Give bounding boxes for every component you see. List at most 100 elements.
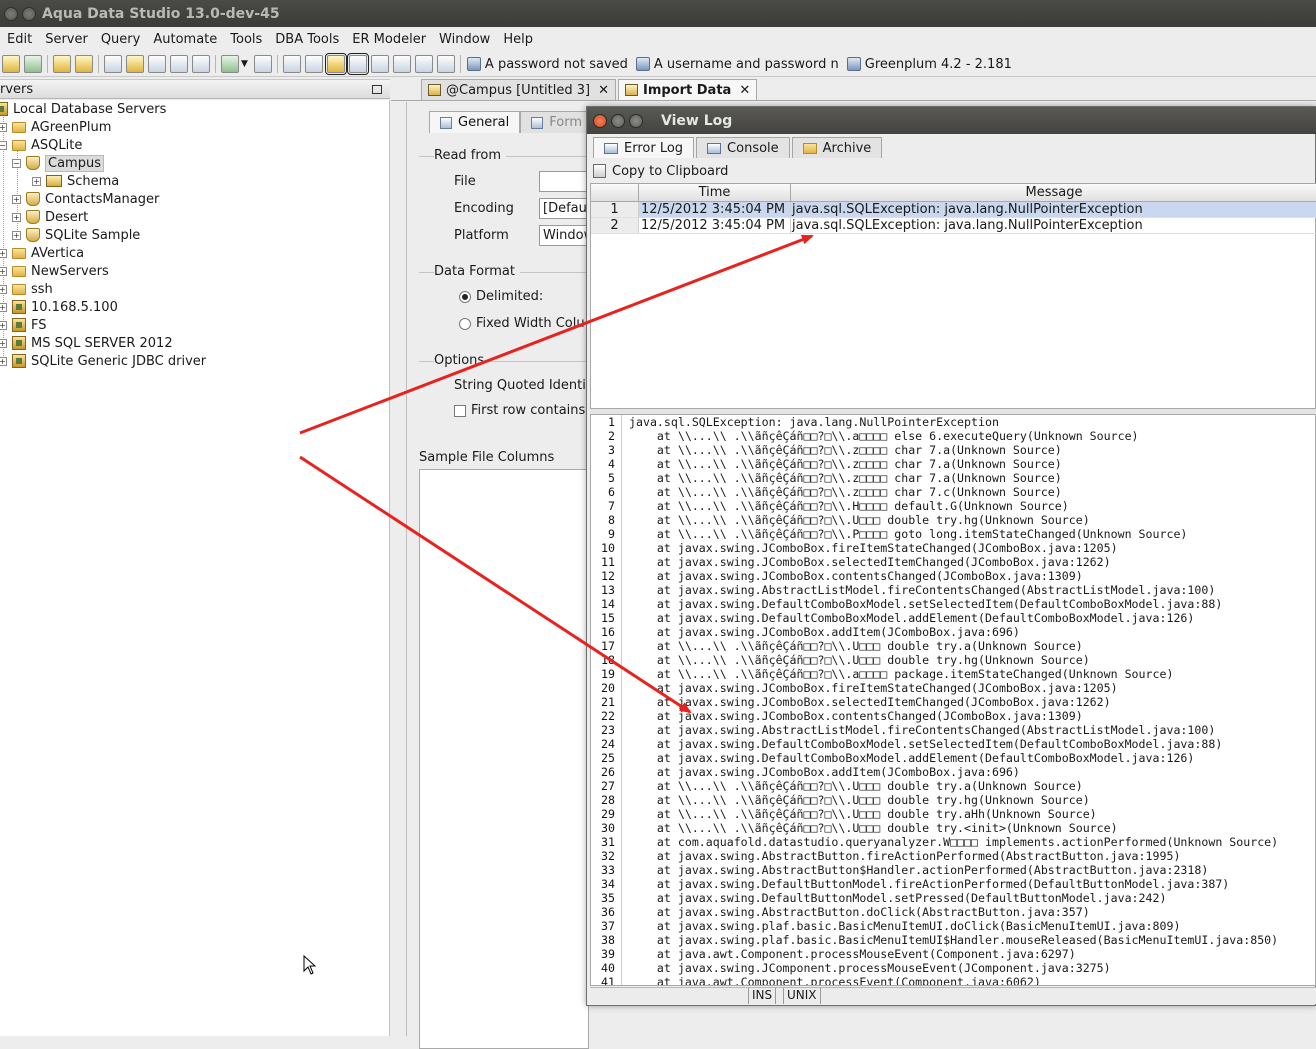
delimited-radio[interactable] xyxy=(459,291,471,303)
menu-dba-tools[interactable]: DBA Tools xyxy=(268,32,345,47)
expand-icon[interactable]: + xyxy=(0,122,7,132)
line-number: 7 xyxy=(608,499,615,513)
expand-icon[interactable]: + xyxy=(0,266,7,276)
expand-icon[interactable]: + xyxy=(0,302,7,312)
menu-query[interactable]: Query xyxy=(94,32,147,47)
server-tree: Local Database Servers + AGreenPlum − ASQL… xyxy=(0,100,390,1036)
expand-icon[interactable]: + xyxy=(32,176,41,186)
details-icon[interactable] xyxy=(414,55,433,73)
menu-window[interactable]: Window xyxy=(432,32,496,47)
connection-a-username[interactable]: A username and password n xyxy=(635,57,839,72)
stack-trace-text: at javax.swing.AbstractButton.fireAction… xyxy=(629,849,1181,863)
dropdown-arrow-icon[interactable]: ▼ xyxy=(241,59,248,69)
line-number: 13 xyxy=(601,583,615,597)
fixed-width-radio[interactable] xyxy=(459,318,471,330)
schema-browse-icon[interactable] xyxy=(53,55,71,73)
expand-icon[interactable]: + xyxy=(0,248,7,258)
tree-node-campus[interactable]: − Campus xyxy=(12,154,104,172)
save-icon[interactable] xyxy=(192,55,210,73)
window-minimize-icon[interactable] xyxy=(22,6,36,21)
tab-format[interactable]: Form xyxy=(520,111,593,133)
first-row-checkbox[interactable] xyxy=(454,405,466,417)
tab-general[interactable]: General xyxy=(429,111,521,133)
sample-file-columns-area[interactable] xyxy=(419,469,589,1049)
menu-er-modeler[interactable]: ER Modeler xyxy=(345,32,432,47)
copy-to-clipboard-button[interactable]: Copy to Clipboard xyxy=(593,160,728,182)
dialog-maximize-icon[interactable] xyxy=(629,113,643,128)
menu-server[interactable]: Server xyxy=(38,32,94,47)
list-icon[interactable] xyxy=(392,55,411,73)
stack-trace-line: 17 at \\...\\ .\\ãñçêÇáñ□□?□\\.U□□□ doub… xyxy=(591,639,1315,653)
tab-import-data[interactable]: Import Data ✕ xyxy=(617,79,758,100)
tab-archive[interactable]: Archive xyxy=(791,137,883,158)
tree-node-local-database-servers[interactable]: Local Database Servers xyxy=(0,100,166,118)
tab-error-log[interactable]: Error Log xyxy=(593,137,695,158)
file-input[interactable] xyxy=(539,171,589,192)
open-icon[interactable] xyxy=(104,55,122,73)
close-icon[interactable]: ✕ xyxy=(739,83,750,98)
tree-node-avertica[interactable]: + AVertica xyxy=(0,244,84,262)
expand-icon[interactable]: + xyxy=(0,356,7,366)
tree-node-ms-sql-server-2012[interactable]: + MS SQL SERVER 2012 xyxy=(0,334,173,352)
expand-icon[interactable]: + xyxy=(12,230,21,240)
menu-tools[interactable]: Tools xyxy=(223,32,268,47)
menu-automate[interactable]: Automate xyxy=(146,32,223,47)
view-icon[interactable] xyxy=(170,55,188,73)
expand-icon[interactable]: + xyxy=(0,284,7,294)
expand-icon[interactable]: + xyxy=(0,338,7,348)
close-icon[interactable]: ✕ xyxy=(598,83,609,98)
compare-icon[interactable] xyxy=(75,55,93,73)
table-icon[interactable] xyxy=(148,55,166,73)
line-number: 38 xyxy=(601,933,615,947)
grid-icon[interactable] xyxy=(282,55,301,73)
collapse-icon[interactable]: − xyxy=(12,158,21,168)
connection-label: A password not saved xyxy=(484,56,628,72)
tree-node-agreenplum[interactable]: + AGreenPlum xyxy=(0,118,111,136)
tree-node-schema[interactable]: + Schema xyxy=(32,172,119,190)
refresh-icon[interactable] xyxy=(24,55,42,73)
stack-trace-text: at javax.swing.JComboBox.selectedItemCha… xyxy=(629,555,1111,569)
window-close-icon[interactable] xyxy=(4,6,18,21)
grid-view-icon[interactable] xyxy=(346,53,369,75)
menu-edit[interactable]: Edit xyxy=(0,32,38,47)
history-icon[interactable] xyxy=(221,55,239,73)
query-icon[interactable] xyxy=(2,55,20,73)
table-row[interactable]: 2 12/5/2012 3:45:04 PM java.sql.SQLExcep… xyxy=(591,218,1316,234)
database-icon xyxy=(26,156,40,170)
stack-trace-line: 41 at java.awt.Component.processEvent(Co… xyxy=(591,975,1315,985)
dialog-close-icon[interactable] xyxy=(593,113,607,128)
tree-node-ssh[interactable]: + ssh xyxy=(0,280,53,298)
tree-node-desert[interactable]: + Desert xyxy=(12,208,88,226)
import-icon[interactable] xyxy=(324,53,347,75)
export-icon[interactable] xyxy=(436,55,455,73)
connection-greenplum[interactable]: Greenplum 4.2 - 2.181 xyxy=(846,57,1012,72)
print-icon[interactable] xyxy=(253,55,272,73)
message-column-header[interactable]: Message xyxy=(791,184,1316,202)
tree-node-sqlite-generic-jdbc[interactable]: + SQLite Generic JDBC driver xyxy=(0,352,206,370)
connection-a-password[interactable]: A password not saved xyxy=(466,56,628,72)
expand-icon[interactable]: + xyxy=(12,212,21,222)
expand-icon[interactable]: + xyxy=(12,194,21,204)
tree-node-contactsmanager[interactable]: + ContactsManager xyxy=(12,190,159,208)
folder-icon xyxy=(12,265,26,277)
dialog-minimize-icon[interactable] xyxy=(611,113,625,128)
expand-icon[interactable]: + xyxy=(0,320,7,330)
restore-icon[interactable] xyxy=(372,84,382,94)
encoding-select[interactable]: [Defaul xyxy=(539,198,589,219)
table-row[interactable]: 1 12/5/2012 3:45:04 PM java.sql.SQLExcep… xyxy=(591,202,1316,218)
tab-console[interactable]: Console xyxy=(696,137,790,158)
form-icon[interactable] xyxy=(304,55,323,73)
stack-trace-viewer[interactable]: 1 java.sql.SQLException: java.lang.NullPo… xyxy=(590,414,1316,986)
collapse-icon[interactable]: − xyxy=(0,140,7,150)
tree-node-sqlite-sample[interactable]: + SQLite Sample xyxy=(12,226,140,244)
chart-icon[interactable] xyxy=(370,55,389,73)
tree-node-fs[interactable]: + FS xyxy=(0,316,47,334)
edit-icon[interactable] xyxy=(126,55,144,73)
menu-help[interactable]: Help xyxy=(496,32,539,47)
platform-select[interactable]: Window xyxy=(539,225,589,246)
tree-node-asqlite[interactable]: − ASQLite xyxy=(0,136,82,154)
time-column-header[interactable]: Time xyxy=(639,184,791,202)
tree-node-newservers[interactable]: + NewServers xyxy=(0,262,109,280)
tree-node-10-168-5-100[interactable]: +10.168.5.100 xyxy=(0,298,118,316)
tab-campus-untitled-3[interactable]: @Campus [Untitled 3] ✕ xyxy=(421,79,616,100)
